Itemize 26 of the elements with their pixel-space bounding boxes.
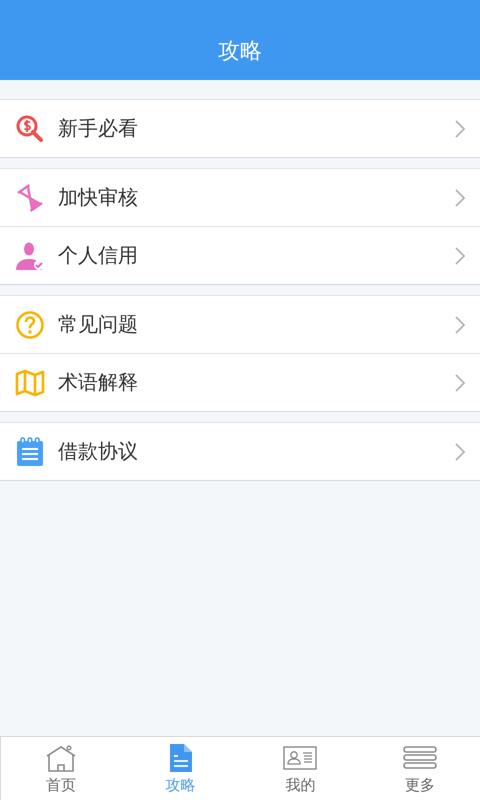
menu-row[interactable]: 术语解释 (0, 353, 480, 411)
money-search-icon (16, 114, 44, 142)
person-icon (15, 240, 45, 270)
chevron-icon (454, 442, 466, 462)
map-icon (15, 368, 45, 396)
page-title: 攻略 (218, 38, 262, 66)
tab[interactable]: 更多 (360, 737, 480, 800)
chevron-icon (454, 118, 466, 138)
menu-icon (403, 746, 438, 770)
menu-row[interactable]: 新手必看 (0, 100, 480, 157)
id-card-icon (283, 745, 318, 771)
menu-row[interactable]: 个人信用 (0, 226, 480, 284)
notepad-icon (16, 436, 44, 466)
chevron-icon (454, 314, 466, 334)
menu-row[interactable]: 常见问题 (0, 296, 480, 353)
tab[interactable]: 我的 (240, 737, 360, 800)
question-icon (15, 310, 45, 340)
house-icon (44, 744, 77, 772)
tab[interactable]: 首页 (1, 737, 121, 800)
menu-row[interactable]: 加快审核 (0, 169, 480, 226)
chevron-icon (454, 246, 466, 266)
chevron-icon (454, 188, 466, 208)
document-icon (168, 743, 193, 773)
chevron-icon (454, 372, 466, 392)
hourglass-icon (15, 182, 45, 212)
menu-row[interactable]: 借款协议 (0, 423, 480, 480)
